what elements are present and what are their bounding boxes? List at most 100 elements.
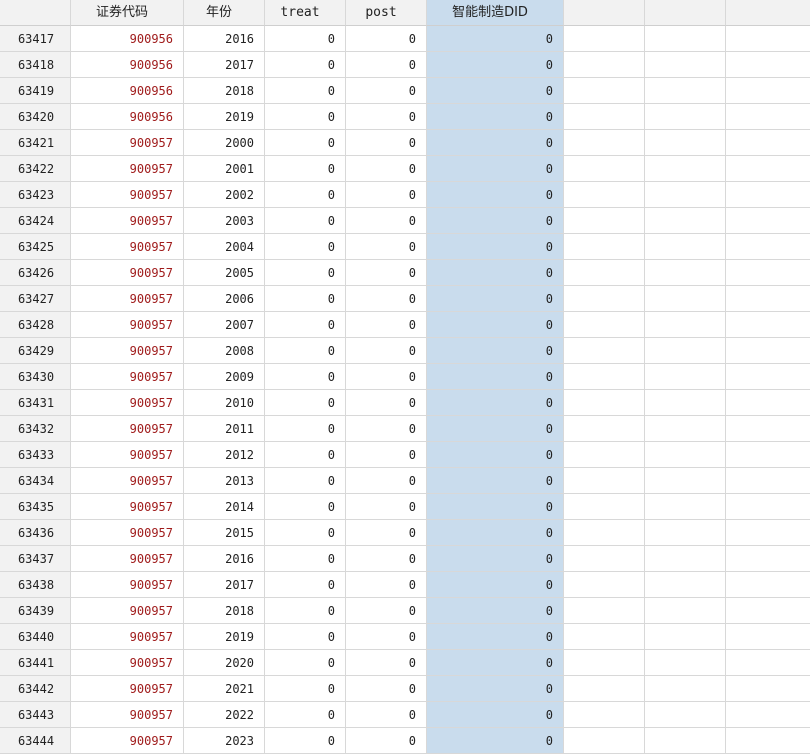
cell-treat[interactable]: 0	[265, 156, 346, 182]
cell-did[interactable]: 0	[427, 26, 564, 52]
column-header-empty-2[interactable]	[645, 0, 726, 26]
cell-code[interactable]: 900957	[71, 442, 184, 468]
cell-post[interactable]: 0	[346, 650, 427, 676]
cell-empty[interactable]	[726, 442, 810, 468]
row-number[interactable]: 63419	[0, 78, 71, 104]
table-row[interactable]: 63421 900957 2000 0 0 0	[0, 130, 810, 156]
cell-did[interactable]: 0	[427, 78, 564, 104]
cell-year[interactable]: 2017	[184, 572, 265, 598]
cell-treat[interactable]: 0	[265, 338, 346, 364]
cell-year[interactable]: 2017	[184, 52, 265, 78]
cell-year[interactable]: 2020	[184, 650, 265, 676]
cell-empty[interactable]	[645, 702, 726, 728]
cell-code[interactable]: 900956	[71, 52, 184, 78]
table-row[interactable]: 63426 900957 2005 0 0 0	[0, 260, 810, 286]
cell-code[interactable]: 900957	[71, 598, 184, 624]
cell-year[interactable]: 2018	[184, 78, 265, 104]
row-number[interactable]: 63432	[0, 416, 71, 442]
cell-empty[interactable]	[564, 286, 645, 312]
cell-year[interactable]: 2004	[184, 234, 265, 260]
cell-treat[interactable]: 0	[265, 676, 346, 702]
table-row[interactable]: 63441 900957 2020 0 0 0	[0, 650, 810, 676]
row-number[interactable]: 63434	[0, 468, 71, 494]
cell-post[interactable]: 0	[346, 156, 427, 182]
cell-code[interactable]: 900957	[71, 546, 184, 572]
cell-post[interactable]: 0	[346, 572, 427, 598]
cell-post[interactable]: 0	[346, 390, 427, 416]
cell-empty[interactable]	[645, 494, 726, 520]
cell-did[interactable]: 0	[427, 624, 564, 650]
cell-code[interactable]: 900957	[71, 624, 184, 650]
cell-year[interactable]: 2000	[184, 130, 265, 156]
table-row[interactable]: 63427 900957 2006 0 0 0	[0, 286, 810, 312]
cell-post[interactable]: 0	[346, 676, 427, 702]
table-row[interactable]: 63444 900957 2023 0 0 0	[0, 728, 810, 754]
column-header-code[interactable]: 证券代码	[71, 0, 184, 26]
cell-empty[interactable]	[645, 78, 726, 104]
cell-post[interactable]: 0	[346, 468, 427, 494]
cell-treat[interactable]: 0	[265, 416, 346, 442]
row-number[interactable]: 63435	[0, 494, 71, 520]
cell-treat[interactable]: 0	[265, 208, 346, 234]
row-number[interactable]: 63443	[0, 702, 71, 728]
cell-empty[interactable]	[726, 650, 810, 676]
table-row[interactable]: 63425 900957 2004 0 0 0	[0, 234, 810, 260]
cell-empty[interactable]	[726, 416, 810, 442]
cell-code[interactable]: 900956	[71, 104, 184, 130]
cell-empty[interactable]	[564, 676, 645, 702]
cell-code[interactable]: 900957	[71, 286, 184, 312]
row-number[interactable]: 63429	[0, 338, 71, 364]
cell-treat[interactable]: 0	[265, 312, 346, 338]
cell-post[interactable]: 0	[346, 52, 427, 78]
row-number[interactable]: 63422	[0, 156, 71, 182]
cell-code[interactable]: 900957	[71, 182, 184, 208]
cell-empty[interactable]	[645, 364, 726, 390]
row-number[interactable]: 63438	[0, 572, 71, 598]
cell-did[interactable]: 0	[427, 104, 564, 130]
cell-code[interactable]: 900956	[71, 78, 184, 104]
cell-code[interactable]: 900957	[71, 520, 184, 546]
cell-did[interactable]: 0	[427, 676, 564, 702]
cell-year[interactable]: 2014	[184, 494, 265, 520]
cell-code[interactable]: 900957	[71, 364, 184, 390]
table-row[interactable]: 63443 900957 2022 0 0 0	[0, 702, 810, 728]
cell-did[interactable]: 0	[427, 546, 564, 572]
cell-empty[interactable]	[645, 286, 726, 312]
cell-post[interactable]: 0	[346, 104, 427, 130]
cell-post[interactable]: 0	[346, 130, 427, 156]
cell-empty[interactable]	[645, 182, 726, 208]
row-number[interactable]: 63424	[0, 208, 71, 234]
cell-empty[interactable]	[726, 182, 810, 208]
cell-did[interactable]: 0	[427, 572, 564, 598]
cell-did[interactable]: 0	[427, 598, 564, 624]
cell-empty[interactable]	[726, 468, 810, 494]
cell-empty[interactable]	[564, 468, 645, 494]
cell-post[interactable]: 0	[346, 442, 427, 468]
cell-empty[interactable]	[645, 468, 726, 494]
table-row[interactable]: 63433 900957 2012 0 0 0	[0, 442, 810, 468]
cell-post[interactable]: 0	[346, 338, 427, 364]
cell-code[interactable]: 900957	[71, 494, 184, 520]
cell-empty[interactable]	[726, 338, 810, 364]
cell-year[interactable]: 2009	[184, 364, 265, 390]
cell-empty[interactable]	[645, 234, 726, 260]
cell-empty[interactable]	[645, 728, 726, 754]
cell-empty[interactable]	[645, 26, 726, 52]
cell-empty[interactable]	[726, 78, 810, 104]
cell-empty[interactable]	[726, 234, 810, 260]
cell-empty[interactable]	[645, 338, 726, 364]
column-header-treat[interactable]: treat	[265, 0, 346, 26]
cell-code[interactable]: 900957	[71, 234, 184, 260]
cell-empty[interactable]	[564, 546, 645, 572]
table-row[interactable]: 63428 900957 2007 0 0 0	[0, 312, 810, 338]
cell-year[interactable]: 2005	[184, 260, 265, 286]
cell-did[interactable]: 0	[427, 442, 564, 468]
row-number[interactable]: 63431	[0, 390, 71, 416]
table-row[interactable]: 63436 900957 2015 0 0 0	[0, 520, 810, 546]
table-row[interactable]: 63417 900956 2016 0 0 0	[0, 26, 810, 52]
cell-empty[interactable]	[564, 182, 645, 208]
cell-empty[interactable]	[645, 598, 726, 624]
cell-empty[interactable]	[726, 728, 810, 754]
cell-empty[interactable]	[726, 364, 810, 390]
cell-empty[interactable]	[564, 364, 645, 390]
